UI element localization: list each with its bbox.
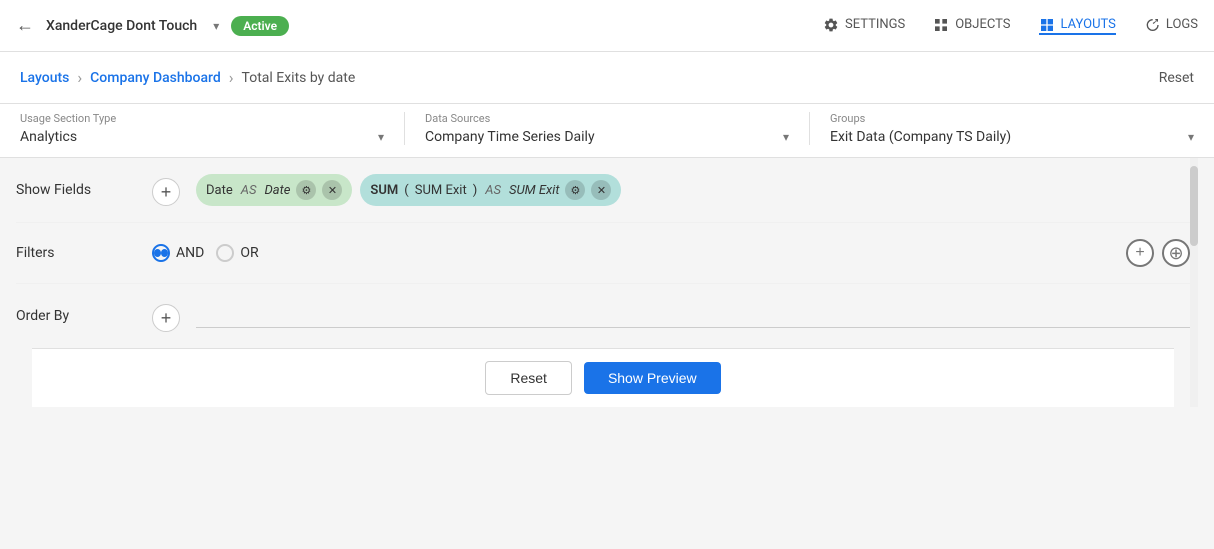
show-fields-row: Show Fields + Date AS Date ⚙ ✕ SUM ( SUM… — [16, 158, 1190, 223]
order-by-label: Order By — [16, 300, 136, 324]
order-by-add-button[interactable]: + — [152, 304, 180, 332]
nav-items: SETTINGS OBJECTS LAYOUTS LOGS — [823, 17, 1198, 35]
clock-icon — [1144, 17, 1160, 33]
breadcrumb-bar: Layouts › Company Dashboard › Total Exit… — [0, 52, 1214, 104]
sum-pill-alias: SUM Exit — [509, 183, 559, 198]
groups-group: Groups Exit Data (Company TS Daily) ▾ — [810, 112, 1194, 145]
date-pill-alias: Date — [264, 183, 290, 198]
date-pill-as: AS — [241, 183, 257, 198]
settings-nav-item[interactable]: SETTINGS — [823, 17, 905, 35]
breadcrumb-current: Total Exits by date — [242, 70, 356, 86]
back-button[interactable]: ← — [16, 15, 34, 36]
and-radio-option[interactable]: AND — [152, 244, 204, 262]
layouts-label: LAYOUTS — [1061, 17, 1116, 32]
objects-label: OBJECTS — [955, 17, 1010, 32]
sum-pill-remove-icon[interactable]: ✕ — [591, 180, 611, 200]
sum-pill-func: SUM — [370, 183, 398, 198]
groups-label: Groups — [830, 112, 1194, 125]
breadcrumb-reset[interactable]: Reset — [1159, 70, 1194, 86]
filter-add-group-button[interactable]: ⊕ — [1162, 239, 1190, 267]
settings-label: SETTINGS — [845, 17, 905, 32]
main-scroll-area: Show Fields + Date AS Date ⚙ ✕ SUM ( SUM… — [16, 158, 1190, 407]
show-fields-add-button[interactable]: + — [152, 178, 180, 206]
filters-label: Filters — [16, 245, 136, 261]
show-preview-button[interactable]: Show Preview — [584, 362, 721, 394]
layout-icon — [1039, 17, 1055, 33]
breadcrumb-sep-2: › — [229, 68, 234, 87]
date-field-pill: Date AS Date ⚙ ✕ — [196, 174, 352, 206]
filters-content: AND OR + ⊕ — [152, 239, 1190, 267]
usage-section-type-group: Usage Section Type Analytics ▾ — [20, 112, 405, 145]
and-radio-label: AND — [176, 245, 204, 261]
data-sources-label: Data Sources — [425, 112, 789, 125]
or-radio-option[interactable]: OR — [216, 244, 258, 262]
order-by-row: Order By + — [16, 284, 1190, 348]
date-pill-label: Date — [206, 183, 233, 198]
breadcrumb-company-dashboard[interactable]: Company Dashboard — [90, 70, 221, 86]
groups-value: Exit Data (Company TS Daily) — [830, 129, 1011, 145]
and-radio-circle — [152, 244, 170, 262]
reset-button[interactable]: Reset — [485, 361, 572, 395]
project-dropdown-arrow[interactable]: ▾ — [213, 19, 219, 33]
sum-pill-as: AS — [485, 183, 501, 198]
filters-radio-group: AND OR — [152, 244, 259, 262]
data-sources-value: Company Time Series Daily — [425, 129, 595, 145]
filter-add-button[interactable]: + — [1126, 239, 1154, 267]
scrollbar-thumb[interactable] — [1190, 166, 1198, 246]
data-sources-select[interactable]: Company Time Series Daily ▾ — [425, 129, 789, 145]
sum-field-pill: SUM ( SUM Exit ) AS SUM Exit ⚙ ✕ — [360, 174, 621, 206]
groups-select[interactable]: Exit Data (Company TS Daily) ▾ — [830, 129, 1194, 145]
filter-add-buttons: + ⊕ — [1126, 239, 1190, 267]
or-radio-circle — [216, 244, 234, 262]
section-type-bar: Usage Section Type Analytics ▾ Data Sour… — [0, 104, 1214, 158]
logs-label: LOGS — [1166, 17, 1198, 32]
active-badge: Active — [231, 16, 289, 36]
grid-icon — [933, 17, 949, 33]
sum-pill-settings-icon[interactable]: ⚙ — [565, 180, 585, 200]
order-by-content — [196, 300, 1190, 328]
show-fields-content: Date AS Date ⚙ ✕ SUM ( SUM Exit ) AS SUM… — [196, 174, 1190, 206]
usage-section-type-value: Analytics — [20, 129, 77, 145]
breadcrumb-sep-1: › — [77, 68, 82, 87]
show-fields-label: Show Fields — [16, 174, 136, 198]
or-radio-label: OR — [240, 245, 258, 261]
date-pill-remove-icon[interactable]: ✕ — [322, 180, 342, 200]
usage-section-type-label: Usage Section Type — [20, 112, 384, 125]
sum-pill-close: ) — [473, 183, 478, 198]
groups-chevron: ▾ — [1188, 130, 1194, 144]
objects-nav-item[interactable]: OBJECTS — [933, 17, 1010, 35]
breadcrumb-layouts[interactable]: Layouts — [20, 70, 69, 86]
project-name: XanderCage Dont Touch — [46, 18, 197, 34]
sum-pill-label: SUM Exit — [415, 183, 467, 198]
logs-nav-item[interactable]: LOGS — [1144, 17, 1198, 35]
usage-section-type-select[interactable]: Analytics ▾ — [20, 129, 384, 145]
filters-row: Filters AND OR + — [16, 223, 1190, 284]
scrollbar-track[interactable] — [1190, 158, 1198, 407]
gear-icon — [823, 17, 839, 33]
usage-section-type-chevron: ▾ — [378, 130, 384, 144]
bottom-bar: Reset Show Preview — [32, 348, 1174, 407]
data-sources-group: Data Sources Company Time Series Daily ▾ — [405, 112, 810, 145]
sum-pill-open: ( — [404, 183, 408, 198]
date-pill-settings-icon[interactable]: ⚙ — [296, 180, 316, 200]
layouts-nav-item[interactable]: LAYOUTS — [1039, 17, 1116, 35]
top-nav: ← XanderCage Dont Touch ▾ Active SETTING… — [0, 0, 1214, 52]
data-sources-chevron: ▾ — [783, 130, 789, 144]
